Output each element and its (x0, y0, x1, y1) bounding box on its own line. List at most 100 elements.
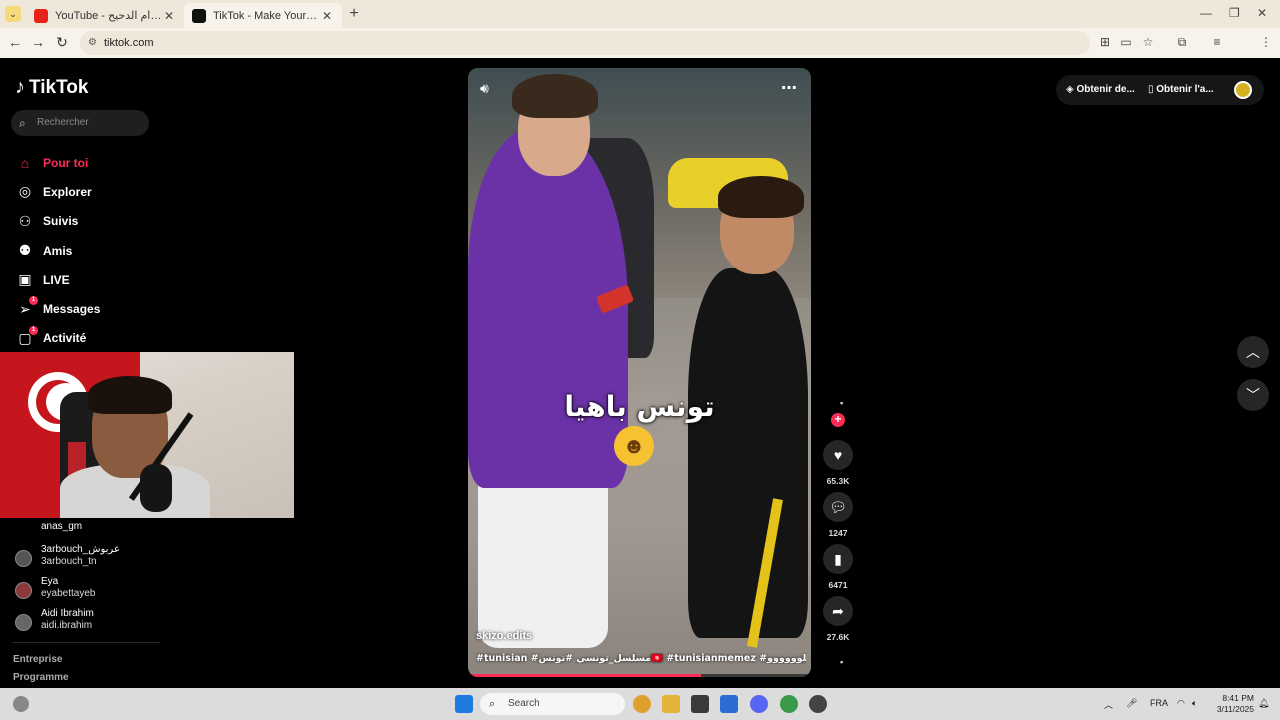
footer-link-entreprise[interactable]: Entreprise (13, 654, 62, 665)
volume-tray-icon[interactable]: 🔈︎ (1192, 698, 1197, 709)
sidebar-item-live[interactable]: ▣ LIVE (15, 265, 175, 294)
store-icon[interactable] (691, 695, 709, 713)
video-progress-fill (468, 674, 702, 677)
video-boy-hair (718, 176, 804, 218)
save-count: 6471 (828, 580, 848, 590)
taskbar-search-placeholder: Search (508, 698, 540, 709)
mic-tray-icon[interactable]: 🎤︎ (1126, 698, 1137, 709)
close-window-icon[interactable]: ✕ (1257, 6, 1267, 20)
minimize-icon[interactable]: — (1200, 6, 1212, 20)
share-button[interactable]: ➦ 27.6K (822, 596, 854, 642)
language-indicator[interactable]: FRA (1150, 698, 1168, 708)
bookmark-star-icon[interactable]: ☆ (1140, 35, 1156, 49)
back-icon[interactable]: ← (6, 34, 24, 50)
chrome-icon[interactable] (633, 695, 651, 713)
laughing-emoji-icon: ☻ (614, 426, 654, 466)
windows-taskbar: ⌕ Search ︿ 🎤︎ FRA ◠ 🔈︎ 8:41 PM 3/11/2025… (0, 688, 1280, 720)
save-button[interactable]: ▮ 6471 (822, 544, 854, 590)
follow-button[interactable]: + (831, 413, 845, 427)
tiktok-note-icon: ♪ (15, 76, 25, 98)
creator-avatar-mark: ▪ (840, 398, 844, 408)
footer-link-programme[interactable]: Programme (13, 672, 69, 683)
sidebar-item-label: Messages (43, 302, 101, 317)
volume-icon[interactable]: 🔊︎ (480, 80, 489, 97)
comment-button[interactable]: 💬︎ 1247 (822, 492, 854, 538)
account-name: Aidi Ibrahim (41, 608, 94, 619)
video-progress-bar[interactable] (468, 674, 811, 677)
more-options-icon[interactable]: ⋯ (781, 78, 797, 98)
video-hashtags[interactable]: #tunisian #مسلسل_تونسي #تونس🇹🇳 #tunisian… (476, 653, 806, 664)
forward-icon[interactable]: → (29, 34, 47, 50)
sidebar-item-label: Amis (43, 243, 73, 258)
avatar (15, 614, 32, 631)
widgets-icon[interactable] (13, 696, 29, 712)
sidebar-nav: ⌂ Pour toi ◎ Explorer ⚇ Suivis ⚉ Amis ▣ … (15, 148, 175, 353)
microphone (140, 464, 172, 512)
reload-icon[interactable]: ↻ (53, 34, 71, 51)
taskbar-search[interactable]: ⌕ Search (480, 693, 625, 715)
sidebar-item-activite[interactable]: ▢ 1 Activité (15, 324, 175, 353)
list-item[interactable]: 3arbouch_عربوش 3arbouch_tn (12, 542, 162, 574)
extensions-icon[interactable]: ⧉ (1174, 35, 1190, 50)
menu-icon[interactable]: ⋮ (1258, 35, 1274, 49)
next-video-button[interactable]: ﹀ (1237, 379, 1269, 411)
list-item[interactable]: Eya eyabettayeb (12, 574, 162, 606)
webcam-overlay (0, 352, 294, 518)
chevron-up-icon: ︿ (1246, 344, 1260, 360)
tab-tiktok[interactable]: TikTok - Make Your Day ✕ (184, 3, 342, 28)
like-button[interactable]: ♥ 65.3K (822, 440, 854, 486)
get-coins-button[interactable]: ◈ Obtenir de... (1066, 84, 1135, 95)
wifi-icon[interactable]: ◠ (1177, 698, 1185, 709)
like-count: 65.3K (826, 476, 850, 486)
sound-disc-icon[interactable]: ▪ (840, 657, 843, 667)
search-icon: ⌕ (489, 698, 496, 710)
tray-chevron-icon[interactable]: ︿ (1104, 698, 1113, 711)
video-author[interactable]: skizo.edits (476, 630, 532, 642)
file-explorer-icon[interactable] (662, 695, 680, 713)
get-app-button[interactable]: ▯ Obtenir l'a... (1148, 84, 1214, 95)
search-input[interactable]: ⌕ Rechercher (11, 110, 149, 136)
clock-time: 8:41 PM (1222, 693, 1254, 703)
new-tab-button[interactable]: + (346, 5, 362, 23)
restore-icon[interactable]: ❐ (1229, 6, 1240, 20)
activity-badge: 1 (29, 325, 38, 335)
windows-start-icon[interactable] (455, 695, 473, 713)
site-info-icon[interactable]: ⚙ (88, 31, 97, 55)
streamer-hair (88, 376, 172, 414)
sidebar-item-messages[interactable]: ➢ 1 Messages (15, 294, 175, 323)
tab-search-button[interactable]: ⌄ (5, 6, 21, 22)
youtube-favicon-icon (34, 8, 48, 23)
tab-close-icon[interactable]: ✕ (320, 9, 334, 23)
sidebar-item-suivis[interactable]: ⚇ Suivis (15, 207, 175, 236)
url-field[interactable]: ⚙ tiktok.com (80, 31, 1090, 55)
sidebar-item-label: Suivis (43, 214, 79, 229)
video-person-hair (512, 74, 598, 118)
comment-icon: 💬︎ (823, 492, 853, 522)
translate-icon[interactable]: ⊞ (1097, 35, 1113, 49)
tiktok-logo[interactable]: ♪ TikTok (15, 76, 88, 99)
user-avatar[interactable] (1234, 81, 1252, 99)
notification-icon[interactable]: 🔔︎ (1258, 698, 1269, 709)
tab-close-icon[interactable]: ✕ (162, 9, 176, 23)
list-item[interactable]: Aidi Ibrahim aidi.ibrahim (12, 606, 162, 638)
sidebar-item-explorer[interactable]: ◎ Explorer (15, 177, 175, 206)
sidebar-item-pour-toi[interactable]: ⌂ Pour toi (15, 148, 175, 177)
discord-icon[interactable] (750, 695, 768, 713)
sidebar-item-amis[interactable]: ⚉ Amis (15, 236, 175, 265)
following-accounts-list: anas_gm 3arbouch_عربوش 3arbouch_tn Eya e… (12, 516, 162, 638)
obs-icon[interactable] (809, 695, 827, 713)
account-name: Eya (41, 576, 59, 587)
cast-icon[interactable]: ▭ (1118, 35, 1134, 49)
list-item[interactable]: anas_gm (12, 516, 162, 542)
following-icon: ⚇ (18, 212, 32, 229)
chrome-active-icon[interactable] (780, 695, 798, 713)
video-caption-overlay: تونس باهيا (564, 390, 715, 423)
previous-video-button[interactable]: ︿ (1237, 336, 1269, 368)
media-icon[interactable]: ≡ (1209, 35, 1225, 49)
mail-icon[interactable] (720, 695, 738, 713)
video-player[interactable]: تونس باهيا ☻ 🔊︎ ⋯ skizo.edits #tunisian … (468, 68, 811, 677)
tab-title: YouTube - تاريخ الإعدام الدحيح (55, 10, 162, 22)
tab-youtube[interactable]: YouTube - تاريخ الإعدام الدحيح ✕ (26, 3, 184, 28)
taskbar-clock[interactable]: 8:41 PM 3/11/2025 (1212, 693, 1254, 715)
clock-date: 3/11/2025 (1216, 704, 1254, 714)
